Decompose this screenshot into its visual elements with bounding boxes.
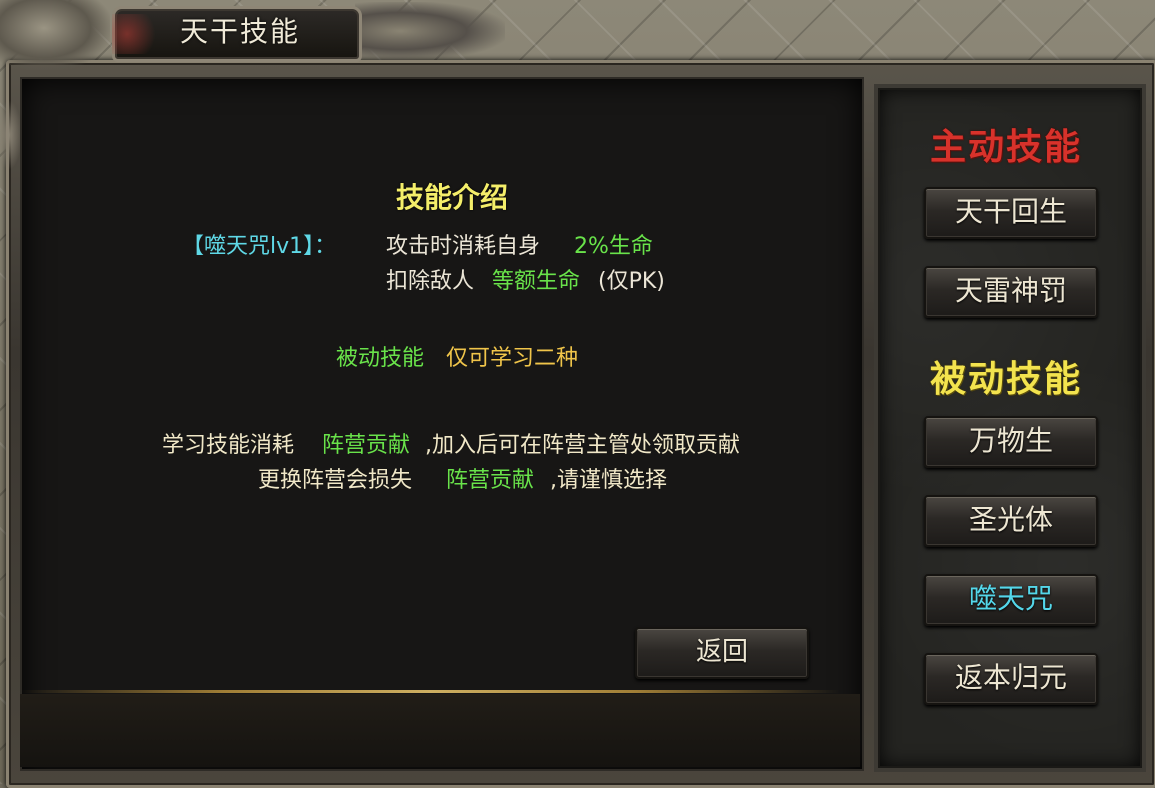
- gold-divider: [20, 690, 840, 693]
- desc-line1-highlight: 2%生命: [574, 234, 653, 259]
- frame-ornament: [0, 100, 22, 170]
- desc-line2-highlight: 等额生命: [492, 269, 581, 294]
- panel-footer: [20, 694, 860, 767]
- skill-button-shengguangti[interactable]: 圣光体: [924, 495, 1098, 547]
- skill-button-tiangan-huisheng[interactable]: 天干回生: [924, 187, 1098, 239]
- active-skills-title: 主动技能: [929, 126, 1082, 168]
- intro-heading: 技能介绍: [396, 181, 509, 214]
- skill-button-fanben-guiyuan[interactable]: 返本归元: [924, 653, 1098, 705]
- desc-line1-text: 攻击时消耗自身: [386, 234, 541, 259]
- skill-button-wanwusheng[interactable]: 万物生: [924, 416, 1098, 468]
- desc-line2-text: 扣除敌人: [386, 269, 475, 294]
- window-title: 天干技能: [179, 15, 300, 48]
- passive-skills-title: 被动技能: [929, 358, 1082, 400]
- passive-note-limit: 仅可学习二种: [446, 346, 579, 371]
- contribution-line2-a: 更换阵营会损失: [258, 468, 413, 493]
- contribution-line2-c: ,请谨慎选择: [550, 468, 667, 493]
- skill-button-shitianzhou[interactable]: 噬天咒: [924, 574, 1098, 626]
- contribution-line2-highlight: 阵营贡献: [446, 468, 535, 493]
- contribution-line1-c: ,加入后可在阵营主管处领取贡献: [425, 433, 740, 458]
- contribution-line1-a: 学习技能消耗: [162, 433, 295, 458]
- dragon-ornament-left: [0, 0, 110, 70]
- contribution-line1-highlight: 阵营贡献: [322, 433, 411, 458]
- desc-line2-suffix: (仅PK): [598, 269, 665, 294]
- dragon-ornament-right: [355, 2, 505, 60]
- back-button[interactable]: 返回: [635, 627, 809, 679]
- passive-note-label: 被动技能: [336, 346, 425, 371]
- skill-tag: 【噬天咒lv1】：: [182, 234, 337, 259]
- skill-button-tianlei-shenfa[interactable]: 天雷神罚: [924, 266, 1098, 318]
